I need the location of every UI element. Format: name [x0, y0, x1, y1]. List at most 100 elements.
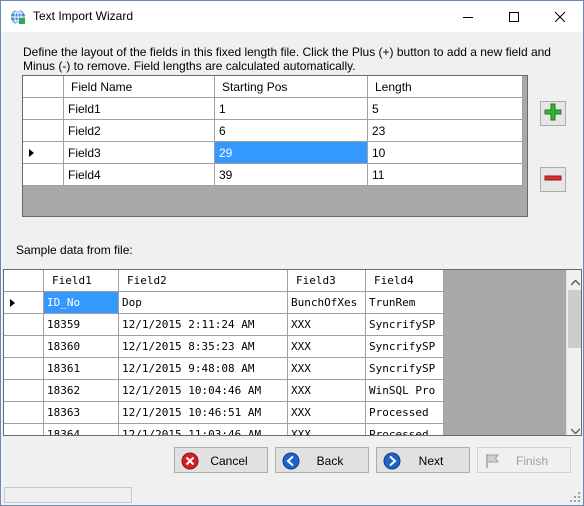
finish-label: Finish: [515, 454, 548, 468]
sample-cell[interactable]: 18362: [44, 380, 119, 402]
sample-cell[interactable]: 12/1/2015 8:35:23 AM: [119, 336, 288, 358]
minimize-button[interactable]: [445, 1, 491, 32]
sample-cell[interactable]: SyncrifySP: [366, 336, 444, 358]
cancel-button[interactable]: Cancel: [174, 447, 268, 473]
sample-row-partial[interactable]: 18364 12/1/2015 11:03:46 AM XXX Processe…: [4, 424, 444, 435]
sample-cell[interactable]: XXX: [288, 314, 366, 336]
scrollbar-thumb[interactable]: [568, 290, 581, 348]
sample-cell-selected[interactable]: ID_No: [44, 292, 119, 314]
row-header[interactable]: [4, 292, 44, 314]
starting-pos-cell[interactable]: 1: [215, 98, 368, 120]
column-header-field2[interactable]: Field2: [119, 270, 288, 292]
sample-data-label: Sample data from file:: [16, 243, 133, 257]
sample-cell[interactable]: 12/1/2015 9:48:08 AM: [119, 358, 288, 380]
length-cell[interactable]: 10: [368, 142, 523, 164]
field-name-cell[interactable]: Field1: [64, 98, 215, 120]
sample-cell[interactable]: 18361: [44, 358, 119, 380]
field-row[interactable]: Field1 1 5: [23, 98, 523, 120]
row-header[interactable]: [4, 402, 44, 424]
sample-cell[interactable]: BunchOfXes: [288, 292, 366, 314]
sample-cell[interactable]: 18363: [44, 402, 119, 424]
sample-cell[interactable]: WinSQL Pro: [366, 380, 444, 402]
fields-grid-header: Field Name Starting Pos Length: [23, 76, 523, 98]
row-header[interactable]: [23, 120, 64, 142]
sample-cell[interactable]: XXX: [288, 358, 366, 380]
column-header-field3[interactable]: Field3: [288, 270, 366, 292]
length-cell[interactable]: 23: [368, 120, 523, 142]
current-row-arrow-icon: [29, 149, 34, 157]
resize-grip-icon[interactable]: [569, 491, 581, 503]
sample-cell[interactable]: 12/1/2015 2:11:24 AM: [119, 314, 288, 336]
sample-cell[interactable]: 18359: [44, 314, 119, 336]
row-header[interactable]: [4, 314, 44, 336]
remove-field-button[interactable]: [540, 167, 566, 192]
maximize-button[interactable]: [491, 1, 537, 32]
minimize-icon: [463, 12, 473, 22]
column-header-field1[interactable]: Field1: [44, 270, 119, 292]
field-row[interactable]: Field2 6 23: [23, 120, 523, 142]
sample-row-current[interactable]: ID_No Dop BunchOfXes TrunRem: [4, 292, 444, 314]
sample-row[interactable]: 18362 12/1/2015 10:04:46 AM XXX WinSQL P…: [4, 380, 444, 402]
row-header[interactable]: [4, 358, 44, 380]
title-bar: Text Import Wizard: [1, 1, 583, 32]
sample-row[interactable]: 18359 12/1/2015 2:11:24 AM XXX SyncrifyS…: [4, 314, 444, 336]
window-title: Text Import Wizard: [33, 9, 134, 23]
row-header[interactable]: [23, 98, 64, 120]
sample-row[interactable]: 18363 12/1/2015 10:46:51 AM XXX Processe…: [4, 402, 444, 424]
row-header[interactable]: [4, 336, 44, 358]
starting-pos-cell[interactable]: 6: [215, 120, 368, 142]
sample-cell[interactable]: Processed: [366, 424, 444, 435]
sample-cell[interactable]: 18364: [44, 424, 119, 435]
field-name-cell[interactable]: Field3: [64, 142, 215, 164]
sample-cell[interactable]: Processed: [366, 402, 444, 424]
length-cell[interactable]: 5: [368, 98, 523, 120]
sample-cell[interactable]: XXX: [288, 402, 366, 424]
sample-cell[interactable]: XXX: [288, 424, 366, 435]
maximize-icon: [509, 11, 519, 22]
sample-cell[interactable]: TrunRem: [366, 292, 444, 314]
status-bar-panel: [4, 487, 132, 503]
text-import-wizard-window: Text Import Wizard Define the layout of …: [0, 0, 584, 506]
back-button[interactable]: Back: [275, 447, 369, 473]
add-field-button[interactable]: [540, 101, 566, 126]
minus-icon: [544, 169, 562, 190]
column-header-length[interactable]: Length: [368, 76, 523, 98]
row-header[interactable]: [4, 380, 44, 402]
starting-pos-cell[interactable]: 39: [215, 164, 368, 186]
sample-cell[interactable]: SyncrifySP: [366, 314, 444, 336]
vertical-scrollbar[interactable]: [566, 270, 581, 435]
column-header-starting-pos[interactable]: Starting Pos: [215, 76, 368, 98]
sample-row[interactable]: 18360 12/1/2015 8:35:23 AM XXX SyncrifyS…: [4, 336, 444, 358]
row-header[interactable]: [23, 142, 64, 164]
sample-cell[interactable]: 18360: [44, 336, 119, 358]
column-header-field-name[interactable]: Field Name: [64, 76, 215, 98]
fields-layout-grid[interactable]: Field Name Starting Pos Length Field1 1 …: [22, 75, 528, 217]
sample-data-grid[interactable]: Field1 Field2 Field3 Field4 ID_No Dop Bu…: [3, 269, 582, 436]
plus-icon: [544, 103, 562, 124]
field-row[interactable]: Field4 39 11: [23, 164, 523, 186]
sample-cell[interactable]: 12/1/2015 10:04:46 AM: [119, 380, 288, 402]
length-cell[interactable]: 11: [368, 164, 523, 186]
finish-button[interactable]: Finish: [477, 447, 571, 473]
sample-row[interactable]: 18361 12/1/2015 9:48:08 AM XXX SyncrifyS…: [4, 358, 444, 380]
field-name-cell[interactable]: Field2: [64, 120, 215, 142]
sample-cell[interactable]: Dop: [119, 292, 288, 314]
column-header-field4[interactable]: Field4: [366, 270, 444, 292]
next-button[interactable]: Next: [376, 447, 470, 473]
globe-grid-icon: [10, 9, 26, 25]
close-button[interactable]: [537, 1, 583, 32]
field-name-cell[interactable]: Field4: [64, 164, 215, 186]
sample-cell[interactable]: 12/1/2015 10:46:51 AM: [119, 402, 288, 424]
row-header[interactable]: [4, 424, 44, 435]
scroll-down-arrow-icon[interactable]: [570, 423, 581, 435]
row-header[interactable]: [23, 164, 64, 186]
cancel-label: Cancel: [210, 454, 248, 468]
scroll-up-arrow-icon[interactable]: [570, 275, 581, 289]
sample-cell[interactable]: SyncrifySP: [366, 358, 444, 380]
starting-pos-cell-selected[interactable]: 29: [215, 142, 368, 164]
current-row-arrow-icon: [10, 299, 15, 307]
field-row-current[interactable]: Field3 29 10: [23, 142, 523, 164]
sample-cell[interactable]: XXX: [288, 336, 366, 358]
sample-cell[interactable]: 12/1/2015 11:03:46 AM: [119, 424, 288, 435]
sample-cell[interactable]: XXX: [288, 380, 366, 402]
